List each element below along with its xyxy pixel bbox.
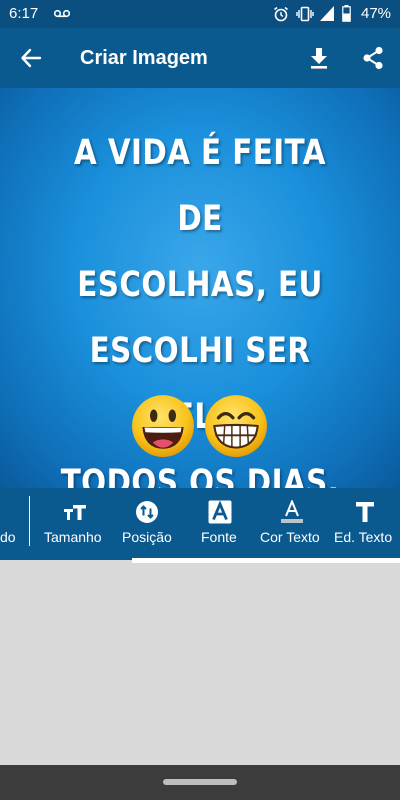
toolbar-partial-item-label[interactable]: do [0,529,16,545]
home-gesture-pill[interactable] [163,779,237,785]
tool-label: Fonte [201,529,237,545]
app-bar: Criar Imagem [0,28,400,88]
download-icon[interactable] [308,46,330,70]
tool-cor-texto[interactable]: Cor Texto [260,488,324,560]
toolbar-divider [29,496,30,546]
signal-icon [320,6,334,21]
voicemail-icon [54,9,70,18]
status-time: 6:17 [9,5,39,22]
text-color-icon [281,500,303,523]
tool-label: Posição [122,529,172,545]
battery-icon [342,5,351,22]
text-size-icon [64,505,86,520]
share-icon[interactable] [362,46,384,70]
quote-line: A VIDA É FEITA DE [74,133,326,239]
beaming-face-emoji-icon [205,395,267,457]
quote-text[interactable]: A VIDA É FEITA DE ESCOLHAS, EU ESCOLHI S… [49,120,351,488]
edit-toolbar: do Tamanho Posição Fonte Cor Texto Ed. T… [0,488,400,560]
tool-fonte[interactable]: Fonte [200,488,240,560]
edit-text-icon [356,502,374,522]
quote-line: TODOS OS DIAS. [60,463,340,488]
navigation-bar [0,765,400,800]
grinning-face-emoji-icon [132,395,194,457]
alarm-icon [274,6,288,22]
status-bar: 6:17 47% [0,0,400,28]
font-icon [208,500,232,524]
vibrate-icon [296,6,314,22]
empty-content-area [0,563,400,765]
battery-percentage: 47% [361,5,392,22]
tool-label: Cor Texto [260,529,320,545]
quote-line: ESCOLHI SER FELIZ [89,331,311,437]
tool-label: Tamanho [44,529,102,545]
tool-label: Ed. Texto [334,529,393,545]
image-canvas[interactable]: A VIDA É FEITA DE ESCOLHAS, EU ESCOLHI S… [0,88,400,488]
tool-posicao[interactable]: Posição [122,488,176,560]
position-icon [136,501,158,523]
back-arrow-icon[interactable] [20,47,42,69]
tool-tamanho[interactable]: Tamanho [44,488,108,560]
tool-ed-texto[interactable]: Ed. Texto [334,488,400,560]
quote-line: ESCOLHAS, EU [77,265,323,305]
page-title: Criar Imagem [80,47,208,69]
